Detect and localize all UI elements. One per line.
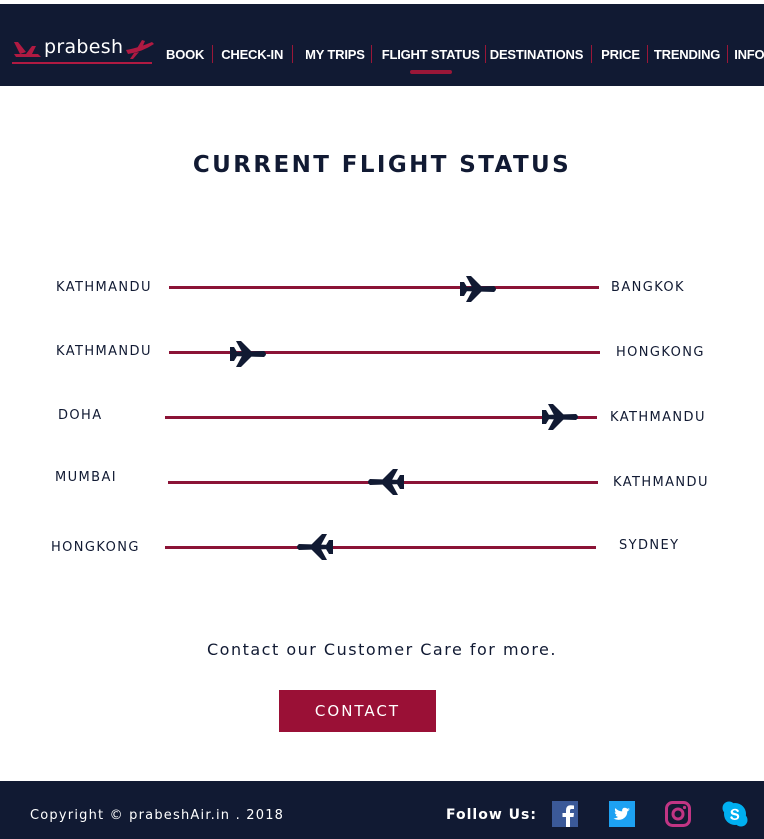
nav-divider [292,45,294,63]
contact-message: Contact our Customer Care for more. [207,640,557,659]
route-line [165,546,596,549]
nav-divider [646,45,648,63]
route-destination: KATHMANDU [613,475,709,490]
plane-left-icon [368,469,404,495]
nav-divider [591,45,593,63]
route-origin: KATHMANDU [56,344,152,359]
route-destination: KATHMANDU [610,410,706,425]
nav-check-in[interactable]: CHECK-IN [221,42,283,66]
twitter-icon[interactable] [609,801,635,827]
footer: Copyright © prabeshAir.in . 2018 Follow … [0,781,764,839]
nav-book[interactable]: BOOK [166,42,204,66]
main-nav: BOOK CHECK-IN MY TRIPS FLIGHT STATUS DES… [166,42,764,74]
route-line [169,286,599,289]
nav-divider [370,45,372,63]
nav-divider [727,45,729,63]
top-header: prabesh BOOK CHECK-IN MY TRIPS FLIGHT ST… [0,4,764,86]
plane-left-icon [297,534,333,560]
route-origin: MUMBAI [55,470,117,485]
route-destination: HONGKONG [616,345,705,360]
plane-right-icon [542,404,578,430]
nav-divider [212,45,214,63]
follow-us-label: Follow Us: [446,807,537,823]
plane-right-icon [230,341,266,367]
route-origin: DOHA [58,408,103,423]
nav-divider [484,45,486,63]
logo-underline [12,62,152,64]
nav-destinations[interactable]: DESTINATIONS [490,42,584,66]
logo[interactable]: prabesh [12,36,154,68]
nav-flight-status[interactable]: FLIGHT STATUS [381,42,480,74]
brand-name: prabesh [44,36,124,58]
nav-price[interactable]: PRICE [601,42,640,66]
nav-my-trips[interactable]: MY TRIPS [305,42,365,66]
plane-logo-left-icon [14,42,41,57]
route-destination: BANGKOK [611,280,685,295]
route-line [165,416,597,419]
route-destination: SYDNEY [619,538,680,553]
nav-trending[interactable]: TRENDING [654,42,720,66]
plane-logo-right-icon [126,40,154,59]
skype-icon[interactable] [722,801,748,827]
copyright-text: Copyright © prabeshAir.in . 2018 [30,808,285,823]
nav-info[interactable]: INFO [734,42,764,66]
route-origin: KATHMANDU [56,280,152,295]
facebook-icon[interactable] [552,801,578,827]
instagram-icon[interactable] [665,801,691,827]
route-origin: HONGKONG [51,540,140,555]
page-title: CURRENT FLIGHT STATUS [192,152,572,178]
active-tab-indicator [409,70,452,74]
contact-button[interactable]: CONTACT [279,690,436,732]
plane-right-icon [460,276,496,302]
nav-flight-status-label: FLIGHT STATUS [381,46,480,62]
